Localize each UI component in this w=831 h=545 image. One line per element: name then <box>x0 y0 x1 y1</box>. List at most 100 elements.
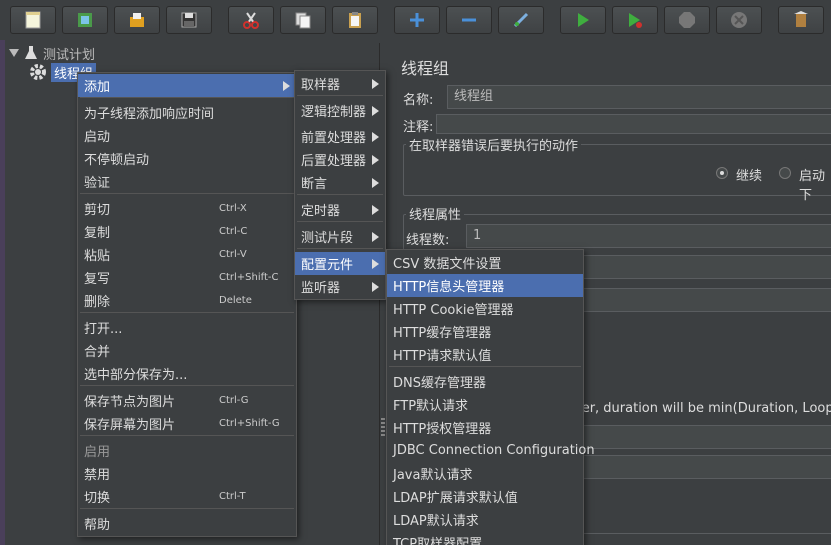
paste-button[interactable] <box>332 6 378 34</box>
menu-item-start[interactable]: 启动 <box>78 124 296 147</box>
startup-delay-input[interactable] <box>580 455 831 479</box>
submenu-item-timer[interactable]: 定时器 <box>295 198 385 221</box>
config-item-http-header-manager[interactable]: HTTP信息头管理器 <box>387 274 583 297</box>
submenu-item-pre-processor[interactable]: 前置处理器 <box>295 125 385 148</box>
menu-item-merge[interactable]: 合并 <box>78 339 296 362</box>
save-icon <box>181 12 197 28</box>
submenu-item-assertion[interactable]: 断言 <box>295 171 385 194</box>
config-item-ftp-request-defaults[interactable]: FTP默认请求 <box>387 393 583 416</box>
config-item-http-cookie-manager[interactable]: HTTP Cookie管理器 <box>387 297 583 320</box>
ramp-up-input[interactable] <box>580 255 831 279</box>
jmeter-window: 测试计划 线程组 线程组 名称: 线程组 注释: 在取样器错误后要执行的动作 继… <box>0 0 831 545</box>
submenu-item-config-element[interactable]: 配置元件 <box>295 252 385 275</box>
new-button[interactable] <box>10 6 56 34</box>
submenu-item-test-fragment[interactable]: 测试片段 <box>295 225 385 248</box>
menu-item-paste[interactable]: 粘贴 Ctrl-V <box>78 243 296 266</box>
menu-item-label: LDAP扩展请求默认值 <box>393 491 518 506</box>
menu-item-shortcut: Ctrl-C <box>219 226 248 237</box>
cut-button[interactable] <box>228 6 274 34</box>
menu-item-cut[interactable]: 剪切 Ctrl-X <box>78 197 296 220</box>
menu-item-label: HTTP缓存管理器 <box>393 326 492 341</box>
config-item-http-request-defaults[interactable]: HTTP请求默认值 <box>387 343 583 366</box>
submenu-arrow-icon <box>372 131 379 142</box>
menu-item-add[interactable]: 添加 <box>78 74 296 97</box>
menu-item-label: 粘贴 <box>84 249 111 264</box>
menu-item-disable[interactable]: 禁用 <box>78 462 296 485</box>
loop-count-input[interactable] <box>580 288 831 312</box>
menu-item-shortcut: Ctrl-V <box>219 249 247 260</box>
tree-node-test-plan[interactable]: 测试计划 <box>9 44 95 63</box>
menu-item-help[interactable]: 帮助 <box>78 512 296 535</box>
context-menu: 添加为子线程添加响应时间 启动 不停顿启动 验证剪切 Ctrl-X 复制 Ctrl-C 粘贴 C… <box>77 72 297 537</box>
start-no-pause-icon <box>629 13 642 28</box>
menu-item-label: 切换 <box>84 491 111 506</box>
menu-item-duplicate[interactable]: 复写 Ctrl+Shift-C <box>78 266 296 289</box>
menu-item-toggle[interactable]: 切换 Ctrl-T <box>78 485 296 508</box>
menu-item-label: HTTP信息头管理器 <box>393 280 505 295</box>
start-next-radio[interactable] <box>779 167 791 179</box>
menu-item-copy[interactable]: 复制 Ctrl-C <box>78 220 296 243</box>
config-item-tcp-sampler-config[interactable]: TCP取样器配置 <box>387 531 583 545</box>
menu-separator <box>80 312 294 313</box>
menu-item-enable[interactable]: 启用 <box>78 439 296 462</box>
splitter-handle[interactable] <box>381 418 385 436</box>
menu-item-save-screen-as-image[interactable]: 保存屏幕为图片 Ctrl+Shift-G <box>78 412 296 435</box>
add-submenu: 取样器逻辑控制器前置处理器 后置处理器 断言定时器测试片段配置元件 监听器 <box>294 70 386 300</box>
comment-input[interactable] <box>436 114 831 134</box>
menu-item-label: 复制 <box>84 226 111 241</box>
duration-note: ever, duration will be min(Duration, Loo… <box>566 401 831 416</box>
menu-item-label: 启用 <box>84 445 111 460</box>
save-button[interactable] <box>166 6 212 34</box>
menu-item-delete[interactable]: 删除 Delete <box>78 289 296 312</box>
config-item-jdbc-connection-config[interactable]: JDBC Connection Configuration <box>387 439 595 462</box>
config-item-java-request-defaults[interactable]: Java默认请求 <box>387 462 583 485</box>
menu-item-label: 选中部分保存为... <box>84 368 188 383</box>
expand-button[interactable] <box>394 6 440 34</box>
panel-title: 线程组 <box>401 59 450 78</box>
continue-radio[interactable] <box>716 167 728 179</box>
submenu-arrow-icon <box>372 258 379 269</box>
thread-count-input[interactable]: 1 <box>466 224 831 248</box>
menu-item-save-selection-as[interactable]: 选中部分保存为... <box>78 362 296 385</box>
continue-label: 继续 <box>736 169 763 184</box>
comment-label: 注释: <box>403 120 434 135</box>
config-item-http-cache-manager[interactable]: HTTP缓存管理器 <box>387 320 583 343</box>
submenu-item-logic-controller[interactable]: 逻辑控制器 <box>295 99 385 122</box>
config-item-csv-data-set[interactable]: CSV 数据文件设置 <box>387 251 583 274</box>
duration-input[interactable] <box>580 425 831 449</box>
clear-button[interactable] <box>778 6 824 34</box>
menu-item-start-no-pause[interactable]: 不停顿启动 <box>78 147 296 170</box>
submenu-item-listener[interactable]: 监听器 <box>295 275 385 298</box>
shutdown-button[interactable] <box>716 6 762 34</box>
config-item-http-auth-manager[interactable]: HTTP授权管理器 <box>387 416 583 439</box>
collapse-button[interactable] <box>446 6 492 34</box>
submenu-item-sampler[interactable]: 取样器 <box>295 72 385 95</box>
start-button[interactable] <box>560 6 606 34</box>
menu-item-label: 删除 <box>84 295 111 310</box>
start-no-pause-button[interactable] <box>612 6 658 34</box>
menu-item-add-response-time[interactable]: 为子线程添加响应时间 <box>78 101 296 124</box>
menu-item-label: 复写 <box>84 272 111 287</box>
menu-item-open[interactable]: 打开... <box>78 316 296 339</box>
menu-separator <box>80 385 294 386</box>
stop-button[interactable] <box>664 6 710 34</box>
menu-separator <box>80 193 294 194</box>
menu-separator <box>389 366 581 367</box>
start-next-label: 启动下 <box>799 169 826 203</box>
name-input[interactable]: 线程组 <box>447 85 831 109</box>
config-item-ldap-request-defaults[interactable]: LDAP默认请求 <box>387 508 583 531</box>
menu-item-save-node-as-image[interactable]: 保存节点为图片 Ctrl-G <box>78 389 296 412</box>
open-button[interactable] <box>114 6 160 34</box>
menu-item-label: 保存屏幕为图片 <box>84 418 176 433</box>
menu-item-validate[interactable]: 验证 <box>78 170 296 193</box>
toggle-button[interactable] <box>498 6 544 34</box>
config-item-dns-cache-manager[interactable]: DNS缓存管理器 <box>387 370 583 393</box>
config-item-ldap-extended-defaults[interactable]: LDAP扩展请求默认值 <box>387 485 583 508</box>
submenu-arrow-icon <box>372 154 379 165</box>
copy-button[interactable] <box>280 6 326 34</box>
menu-item-label: 测试片段 <box>301 231 354 246</box>
config-element-submenu: CSV 数据文件设置 HTTP信息头管理器 HTTP Cookie管理器 HTTP缓存… <box>386 249 595 545</box>
submenu-item-post-processor[interactable]: 后置处理器 <box>295 148 385 171</box>
templates-button[interactable] <box>62 6 108 34</box>
submenu-arrow-icon <box>372 281 379 292</box>
